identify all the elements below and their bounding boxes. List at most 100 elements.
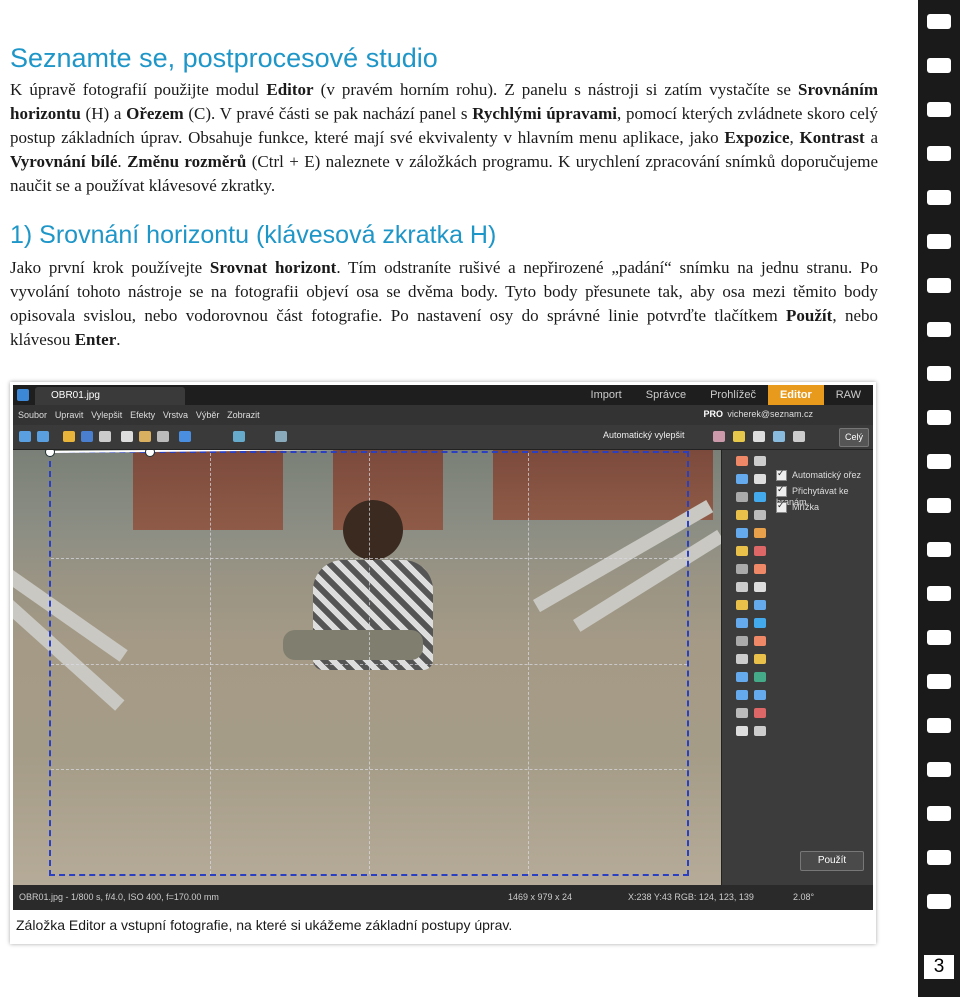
grid-line bbox=[51, 768, 687, 770]
status-angle: 2.08° bbox=[793, 892, 815, 902]
film-hole bbox=[927, 14, 951, 29]
menu-effects[interactable]: Efekty bbox=[130, 405, 155, 425]
tool-icon[interactable] bbox=[736, 726, 748, 736]
tool-icon[interactable] bbox=[736, 600, 748, 610]
light-icon[interactable] bbox=[733, 431, 745, 442]
grid-line bbox=[51, 663, 687, 665]
tool-icon[interactable] bbox=[736, 636, 748, 646]
tool-icon[interactable] bbox=[736, 708, 748, 718]
auto-enhance-button[interactable]: Automatický vylepšit bbox=[603, 430, 685, 440]
undo-history-icon[interactable] bbox=[179, 431, 191, 442]
film-hole bbox=[927, 322, 951, 337]
horizon-grid bbox=[49, 451, 689, 876]
film-hole bbox=[927, 674, 951, 689]
tool-icon[interactable] bbox=[754, 600, 766, 610]
film-hole bbox=[927, 190, 951, 205]
tool-icon[interactable] bbox=[736, 528, 748, 538]
tool-icon[interactable] bbox=[754, 492, 766, 502]
horizon-paragraph: Jako první krok používejte Srovnat horiz… bbox=[10, 258, 879, 349]
figure-caption: Záložka Editor a vstupní fotografie, na … bbox=[16, 917, 513, 933]
tool-icon[interactable] bbox=[754, 726, 766, 736]
menu-selection[interactable]: Výběr bbox=[196, 405, 220, 425]
tool-icon[interactable] bbox=[754, 510, 766, 520]
rotate-icon[interactable] bbox=[233, 431, 245, 442]
film-hole bbox=[927, 806, 951, 821]
tool-icon[interactable] bbox=[754, 582, 766, 592]
toolbar: Automatický vylepšit Celý bbox=[13, 425, 873, 450]
menu-view[interactable]: Zobrazit bbox=[227, 405, 260, 425]
film-hole bbox=[927, 894, 951, 909]
option-auto-crop[interactable]: Automatický ořez bbox=[776, 468, 861, 482]
tab-raw[interactable]: RAW bbox=[824, 385, 873, 405]
tool-icon[interactable] bbox=[754, 636, 766, 646]
tab-editor[interactable]: Editor bbox=[767, 385, 824, 405]
checkbox[interactable] bbox=[776, 468, 787, 482]
menu-enhance[interactable]: Vylepšit bbox=[91, 405, 122, 425]
menu-file[interactable]: Soubor bbox=[18, 405, 47, 425]
film-hole bbox=[927, 146, 951, 161]
settings-icon[interactable] bbox=[793, 431, 805, 442]
menu-edit[interactable]: Upravit bbox=[55, 405, 84, 425]
tab-viewer[interactable]: Prohlížeč bbox=[698, 385, 768, 405]
app-logo-icon bbox=[17, 389, 29, 401]
tool-icon[interactable] bbox=[736, 564, 748, 574]
tool-icon[interactable] bbox=[736, 456, 748, 466]
film-hole bbox=[927, 630, 951, 645]
tool-icon[interactable] bbox=[754, 564, 766, 574]
save-icon[interactable] bbox=[81, 431, 93, 442]
page-number: 3 bbox=[924, 955, 954, 979]
clipboard-icon[interactable] bbox=[157, 431, 169, 442]
tool-icon[interactable] bbox=[736, 474, 748, 484]
film-hole bbox=[927, 366, 951, 381]
tool-icon[interactable] bbox=[736, 618, 748, 628]
undo-icon[interactable] bbox=[19, 431, 31, 442]
option-grid[interactable]: Mřížka bbox=[776, 500, 819, 514]
redo-icon[interactable] bbox=[37, 431, 49, 442]
tool-icon[interactable] bbox=[736, 582, 748, 592]
compare-icon[interactable] bbox=[275, 431, 287, 442]
film-hole bbox=[927, 850, 951, 865]
checkbox[interactable] bbox=[776, 484, 787, 498]
module-tabs: Import Správce Prohlížeč Editor RAW bbox=[579, 385, 873, 405]
open-folder-icon[interactable] bbox=[63, 431, 75, 442]
tool-icon[interactable] bbox=[736, 672, 748, 682]
checkbox[interactable] bbox=[776, 500, 787, 514]
tab-manager[interactable]: Správce bbox=[634, 385, 698, 405]
menu-layer[interactable]: Vrstva bbox=[163, 405, 188, 425]
tool-icon[interactable] bbox=[754, 456, 766, 466]
image-canvas[interactable] bbox=[13, 450, 721, 885]
article: Seznamte se, postprocesové studio K úpra… bbox=[10, 0, 878, 352]
paste-icon[interactable] bbox=[139, 431, 151, 442]
film-hole bbox=[927, 454, 951, 469]
apply-button[interactable]: Použít bbox=[800, 851, 864, 871]
status-position: X:238 Y:43 RGB: 124, 123, 139 bbox=[628, 892, 754, 902]
section-title: Seznamte se, postprocesové studio bbox=[10, 43, 438, 73]
tool-icon[interactable] bbox=[736, 510, 748, 520]
tool-icon[interactable] bbox=[736, 690, 748, 700]
tool-icon[interactable] bbox=[754, 690, 766, 700]
tool-icon[interactable] bbox=[754, 672, 766, 682]
tool-icon[interactable] bbox=[736, 654, 748, 664]
subsection-title: 1) Srovnání horizontu (klávesová zkratka… bbox=[10, 221, 497, 249]
tool-icon[interactable] bbox=[736, 546, 748, 556]
zoom-select[interactable]: Celý bbox=[839, 428, 869, 447]
tab-import[interactable]: Import bbox=[579, 385, 634, 405]
film-hole bbox=[927, 278, 951, 293]
histogram-icon[interactable] bbox=[713, 431, 725, 442]
film-hole bbox=[927, 718, 951, 733]
info-icon[interactable] bbox=[753, 431, 765, 442]
copy-icon[interactable] bbox=[121, 431, 133, 442]
account-label[interactable]: vicherek@seznam.cz bbox=[727, 409, 813, 419]
tool-icon[interactable] bbox=[754, 546, 766, 556]
tool-icon[interactable] bbox=[754, 654, 766, 664]
tool-icon[interactable] bbox=[754, 474, 766, 484]
export-icon[interactable] bbox=[773, 431, 785, 442]
app-screenshot: OBR01.jpg Import Správce Prohlížeč Edito… bbox=[13, 385, 873, 910]
tool-icon[interactable] bbox=[736, 492, 748, 502]
file-tab[interactable]: OBR01.jpg bbox=[35, 387, 185, 405]
tool-icon[interactable] bbox=[754, 528, 766, 538]
tool-icon[interactable] bbox=[754, 708, 766, 718]
print-icon[interactable] bbox=[99, 431, 111, 442]
tool-icon[interactable] bbox=[754, 618, 766, 628]
film-hole bbox=[927, 58, 951, 73]
